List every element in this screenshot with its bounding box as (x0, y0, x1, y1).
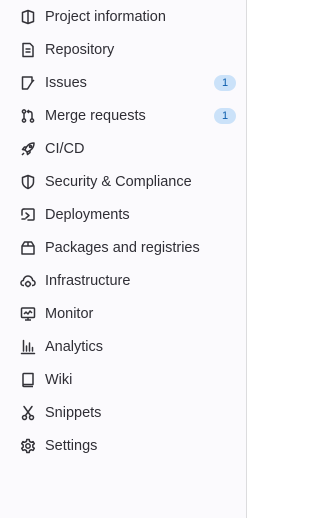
sidebar-item-label: Snippets (45, 404, 102, 421)
sidebar-item-deployments[interactable]: Deployments (0, 198, 246, 231)
chart-icon (20, 339, 36, 355)
sidebar-item-ci-cd[interactable]: CI/CD (0, 132, 246, 165)
cloud-gear-icon (20, 273, 36, 289)
sidebar-item-label: Infrastructure (45, 272, 131, 289)
sidebar-item-analytics[interactable]: Analytics (0, 330, 246, 363)
sidebar-item-label: Issues (45, 74, 87, 91)
sidebar-item-monitor[interactable]: Monitor (0, 297, 246, 330)
sidebar-item-label: Monitor (45, 305, 94, 322)
shield-icon (20, 174, 36, 190)
sidebar-item-repository[interactable]: Repository (0, 33, 246, 66)
monitor-icon (20, 306, 36, 322)
sidebar-item-label: CI/CD (45, 140, 85, 157)
sidebar-item-security-compliance[interactable]: Security & Compliance (0, 165, 246, 198)
project-icon (20, 9, 36, 25)
sidebar-item-label: Security & Compliance (45, 173, 192, 190)
sidebar-item-label: Repository (45, 41, 115, 58)
deployments-icon (20, 207, 36, 223)
rocket-icon (20, 141, 36, 157)
package-icon (20, 240, 36, 256)
sidebar-item-label: Settings (45, 437, 98, 454)
merge-request-icon (20, 108, 36, 124)
project-sidebar: Project information Repository Issues 1 (0, 0, 247, 518)
issues-count-badge: 1 (214, 74, 236, 91)
book-icon (20, 372, 36, 388)
sidebar-item-label: Merge requests (45, 107, 146, 124)
sidebar-item-label: Wiki (45, 371, 73, 388)
sidebar-item-label: Project information (45, 8, 166, 25)
settings-icon (20, 438, 36, 454)
sidebar-item-issues[interactable]: Issues 1 (0, 66, 246, 99)
merge-requests-count-badge: 1 (214, 107, 236, 124)
sidebar-item-label: Analytics (45, 338, 104, 355)
sidebar-item-snippets[interactable]: Snippets (0, 396, 246, 429)
sidebar-item-settings[interactable]: Settings (0, 429, 246, 462)
sidebar-item-label: Packages and registries (45, 239, 200, 256)
sidebar-item-wiki[interactable]: Wiki (0, 363, 246, 396)
snippet-icon (20, 405, 36, 421)
sidebar-item-infrastructure[interactable]: Infrastructure (0, 264, 246, 297)
sidebar-item-packages-registries[interactable]: Packages and registries (0, 231, 246, 264)
sidebar-item-merge-requests[interactable]: Merge requests 1 (0, 99, 246, 132)
sidebar-item-label: Deployments (45, 206, 130, 223)
sidebar-item-project-information[interactable]: Project information (0, 0, 246, 33)
issues-icon (20, 75, 36, 91)
doc-text-icon (20, 42, 36, 58)
